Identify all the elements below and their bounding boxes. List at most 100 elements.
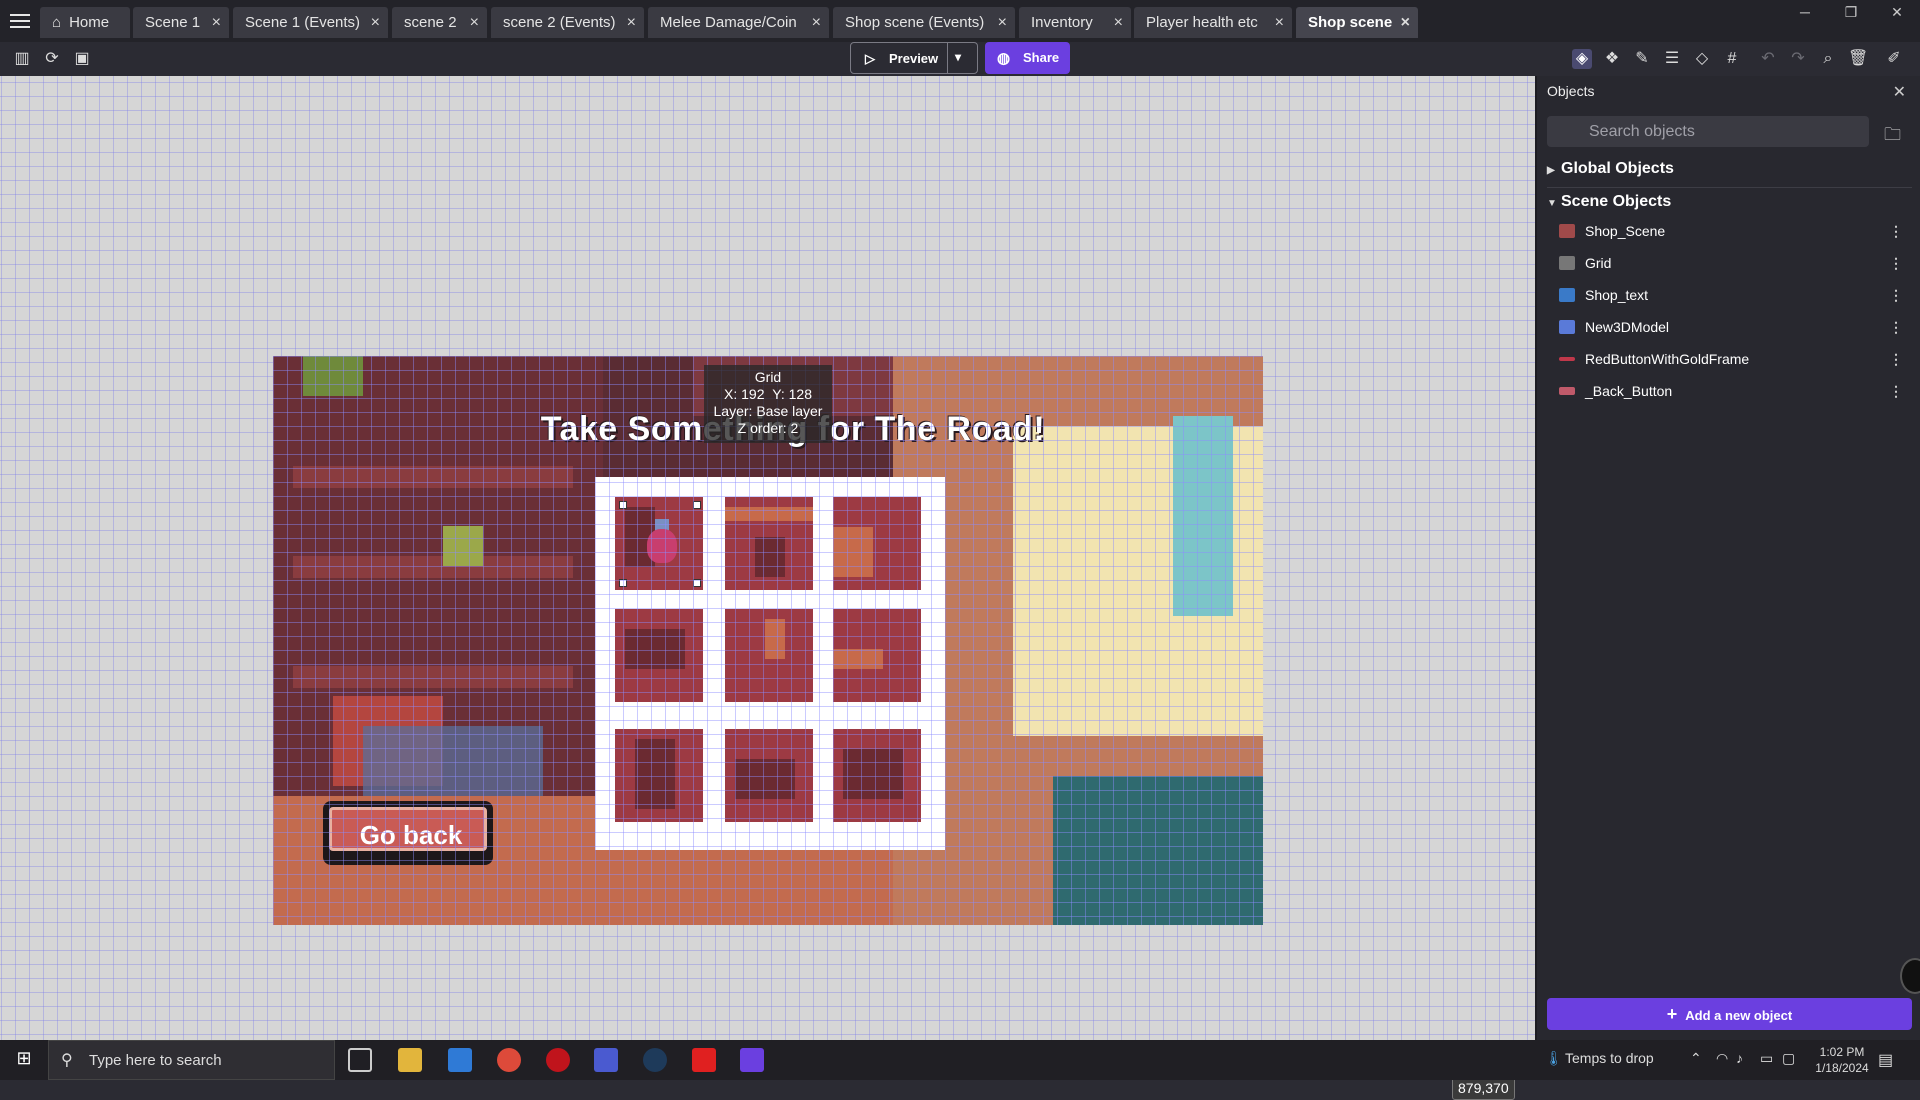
add-new-object-button[interactable]: + Add a new object — [1547, 998, 1912, 1030]
notifications-icon[interactable]: ▤ — [1878, 1050, 1893, 1070]
close-icon[interactable]: × — [998, 7, 1007, 38]
object-groups-icon[interactable]: ❖ — [1602, 49, 1622, 69]
taskbar-search-box[interactable]: ⚲ Type here to search — [48, 1040, 335, 1080]
inventory-slot[interactable] — [725, 609, 813, 702]
tab-scene-1-events[interactable]: Scene 1 (Events) × — [233, 7, 388, 38]
preview-button[interactable]: ▷ Preview ▾ — [850, 42, 978, 74]
object-name: New3DModel — [1585, 319, 1670, 335]
inventory-slot[interactable] — [615, 609, 703, 702]
close-icon[interactable]: × — [1114, 7, 1123, 38]
hamburger-menu-icon[interactable] — [8, 10, 32, 32]
tab-shop-scene-events[interactable]: Shop scene (Events) × — [833, 7, 1015, 38]
taskbar-search-placeholder: Type here to search — [89, 1052, 222, 1069]
close-icon[interactable]: × — [371, 7, 380, 38]
more-options-icon[interactable]: ⋮ — [1889, 282, 1903, 308]
clock-date: 1/18/2024 — [1815, 1061, 1869, 1075]
undo-icon[interactable]: ↶ — [1758, 49, 1778, 69]
tab-scene-2-events[interactable]: scene 2 (Events) × — [491, 7, 644, 38]
green-books — [443, 526, 483, 566]
redo-icon[interactable]: ↷ — [1788, 49, 1808, 69]
more-options-icon[interactable]: ⋮ — [1889, 218, 1903, 244]
resize-handle[interactable] — [619, 579, 627, 587]
potion-icon[interactable] — [647, 529, 677, 563]
global-objects-group[interactable]: ▶ Global Objects — [1547, 160, 1674, 178]
app-icon[interactable] — [594, 1048, 618, 1072]
tab-shop-scene[interactable]: Shop scene × — [1296, 7, 1418, 38]
search-objects-input[interactable] — [1547, 116, 1869, 147]
resize-handle[interactable] — [693, 501, 701, 509]
tab-melee-damage-coin[interactable]: Melee Damage/Coin × — [648, 7, 829, 38]
instances-list-icon[interactable]: ☰ — [1662, 49, 1682, 69]
tab-inventory[interactable]: Inventory × — [1019, 7, 1131, 38]
object-item-shop-scene[interactable]: Shop_Scene ⋮ — [1559, 218, 1903, 244]
inventory-slot[interactable] — [725, 729, 813, 822]
opera-icon[interactable] — [546, 1048, 570, 1072]
close-icon[interactable]: ✕ — [1893, 82, 1906, 102]
resize-handle[interactable] — [693, 579, 701, 587]
chrome-icon[interactable] — [497, 1048, 521, 1072]
close-icon[interactable]: × — [470, 7, 479, 38]
object-item-grid[interactable]: Grid ⋮ — [1559, 250, 1903, 276]
more-options-icon[interactable]: ⋮ — [1889, 314, 1903, 340]
steam-icon[interactable] — [643, 1048, 667, 1072]
properties-icon[interactable]: ✎ — [1632, 49, 1652, 69]
tab-home[interactable]: ⌂ Home — [40, 7, 130, 38]
tray-chevron-up-icon[interactable]: ⌃ — [1690, 1050, 1702, 1067]
inventory-slot[interactable] — [833, 497, 921, 590]
weather-text[interactable]: Temps to drop — [1565, 1050, 1654, 1066]
inventory-slot[interactable] — [833, 609, 921, 702]
scene-canvas[interactable]: Take Something for The Road! Go bac — [0, 76, 1535, 1100]
go-back-button[interactable]: Go back — [323, 801, 493, 865]
tab-player-health[interactable]: Player health etc × — [1134, 7, 1292, 38]
more-options-icon[interactable]: ⋮ — [1889, 250, 1903, 276]
close-icon[interactable]: × — [1275, 7, 1284, 38]
scene-objects-group[interactable]: ▼ Scene Objects — [1547, 193, 1671, 211]
objects-panel-icon[interactable]: ◈ — [1572, 49, 1592, 69]
zoom-icon[interactable]: ⌕ — [1818, 49, 1838, 69]
restore-icon[interactable]: ❐ — [1828, 0, 1874, 24]
grid-icon[interactable]: # — [1722, 49, 1742, 69]
layers-icon[interactable]: ◇ — [1692, 49, 1712, 69]
inventory-slot[interactable] — [833, 729, 921, 822]
close-icon[interactable]: × — [627, 7, 636, 38]
share-button[interactable]: ◍ Share — [985, 42, 1070, 74]
battery-icon[interactable]: ▭ — [1760, 1050, 1773, 1067]
resize-handle[interactable] — [619, 501, 627, 509]
gdevelop-icon[interactable] — [740, 1048, 764, 1072]
object-item-new3dmodel[interactable]: New3DModel ⋮ — [1559, 314, 1903, 340]
save-icon[interactable]: ▣ — [72, 49, 92, 69]
clock[interactable]: 1:02 PM 1/18/2024 — [1808, 1044, 1876, 1076]
more-options-icon[interactable]: ⋮ — [1889, 378, 1903, 404]
network-icon[interactable]: ◠ — [1716, 1050, 1728, 1067]
group-label: Scene Objects — [1561, 193, 1672, 210]
close-icon[interactable]: × — [212, 7, 221, 38]
tab-scene-1[interactable]: Scene 1 × — [133, 7, 229, 38]
scene-properties-icon[interactable]: ✐ — [1884, 49, 1904, 69]
window-close-icon[interactable]: ✕ — [1874, 0, 1920, 24]
display-icon[interactable]: ▢ — [1782, 1050, 1795, 1067]
file-explorer-icon[interactable] — [398, 1048, 422, 1072]
inventory-slot[interactable] — [615, 497, 703, 590]
inventory-slot[interactable] — [725, 497, 813, 590]
object-item-redbutton[interactable]: RedButtonWithGoldFrame ⋮ — [1559, 346, 1903, 372]
youtube-icon[interactable] — [692, 1048, 716, 1072]
delete-icon[interactable]: 🗑 — [1848, 49, 1868, 69]
task-view-icon[interactable] — [348, 1048, 372, 1072]
object-item-back-button[interactable]: _Back_Button ⋮ — [1559, 378, 1903, 404]
tab-label: Inventory — [1031, 14, 1093, 31]
panels-icon[interactable]: ▥ — [12, 49, 32, 69]
tab-scene-2[interactable]: scene 2 × — [392, 7, 487, 38]
inventory-grid-panel[interactable] — [595, 477, 945, 850]
close-icon[interactable]: × — [812, 7, 821, 38]
close-icon[interactable]: × — [1401, 7, 1410, 38]
object-item-shop-text[interactable]: Shop_text ⋮ — [1559, 282, 1903, 308]
more-options-icon[interactable]: ⋮ — [1889, 346, 1903, 372]
mail-icon[interactable] — [448, 1048, 472, 1072]
minimize-icon[interactable]: ─ — [1782, 0, 1828, 24]
volume-icon[interactable]: ♪ — [1736, 1050, 1743, 1066]
chevron-down-icon[interactable]: ▾ — [955, 50, 961, 64]
windows-start-icon[interactable]: ⊞ — [12, 1048, 36, 1072]
add-folder-icon[interactable]: 🗀 — [1884, 122, 1901, 151]
refresh-icon[interactable]: ⟳ — [42, 49, 62, 69]
inventory-slot[interactable] — [615, 729, 703, 822]
